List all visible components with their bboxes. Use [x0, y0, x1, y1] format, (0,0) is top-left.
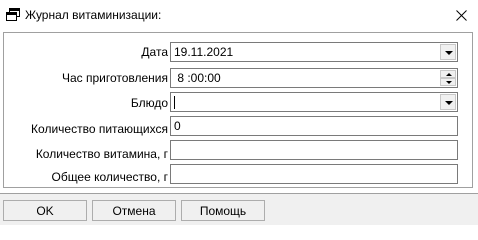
title-bar: Журнал витаминизации: [0, 0, 478, 30]
vitamin-amount-input[interactable] [170, 140, 458, 160]
dish-label: Блюдо [130, 96, 168, 110]
close-button[interactable] [444, 1, 478, 29]
window-app-icon [6, 8, 20, 21]
total-amount-label: Общее количество, г [51, 170, 168, 184]
vitamin-amount-label: Количество витамина, г [35, 147, 168, 161]
help-button[interactable]: Помощь [181, 200, 265, 221]
eaters-count-value: 0 [174, 119, 181, 133]
spin-up-button[interactable] [440, 70, 456, 78]
window-title: Журнал витаминизации: [25, 8, 162, 22]
date-dropdown[interactable]: 19.11.2021 [170, 42, 458, 62]
dish-dropdown-button[interactable] [440, 94, 456, 110]
spin-down-button[interactable] [440, 78, 456, 86]
close-icon [456, 10, 467, 21]
text-caret [174, 96, 175, 109]
date-value: 19.11.2021 [174, 45, 234, 59]
date-dropdown-button[interactable] [440, 44, 456, 60]
prep-time-value: 8 :00:00 [174, 71, 221, 85]
prep-time-label: Час приготовления [61, 71, 168, 85]
date-label: Дата [141, 45, 168, 59]
dish-dropdown[interactable] [170, 92, 458, 112]
total-amount-input[interactable] [170, 164, 458, 184]
prep-time-spinner[interactable] [440, 70, 456, 86]
cancel-button[interactable]: Отмена [92, 200, 176, 221]
button-bar: OK Отмена Помощь [0, 193, 478, 225]
ok-button[interactable]: OK [3, 200, 87, 221]
eaters-count-input[interactable]: 0 [170, 116, 458, 136]
eaters-count-label: Количество питающихся [31, 122, 168, 136]
dialog-client: Дата 19.11.2021 Час приготовления 8 :00:… [0, 30, 478, 225]
prep-time-field[interactable]: 8 :00:00 [170, 68, 458, 88]
